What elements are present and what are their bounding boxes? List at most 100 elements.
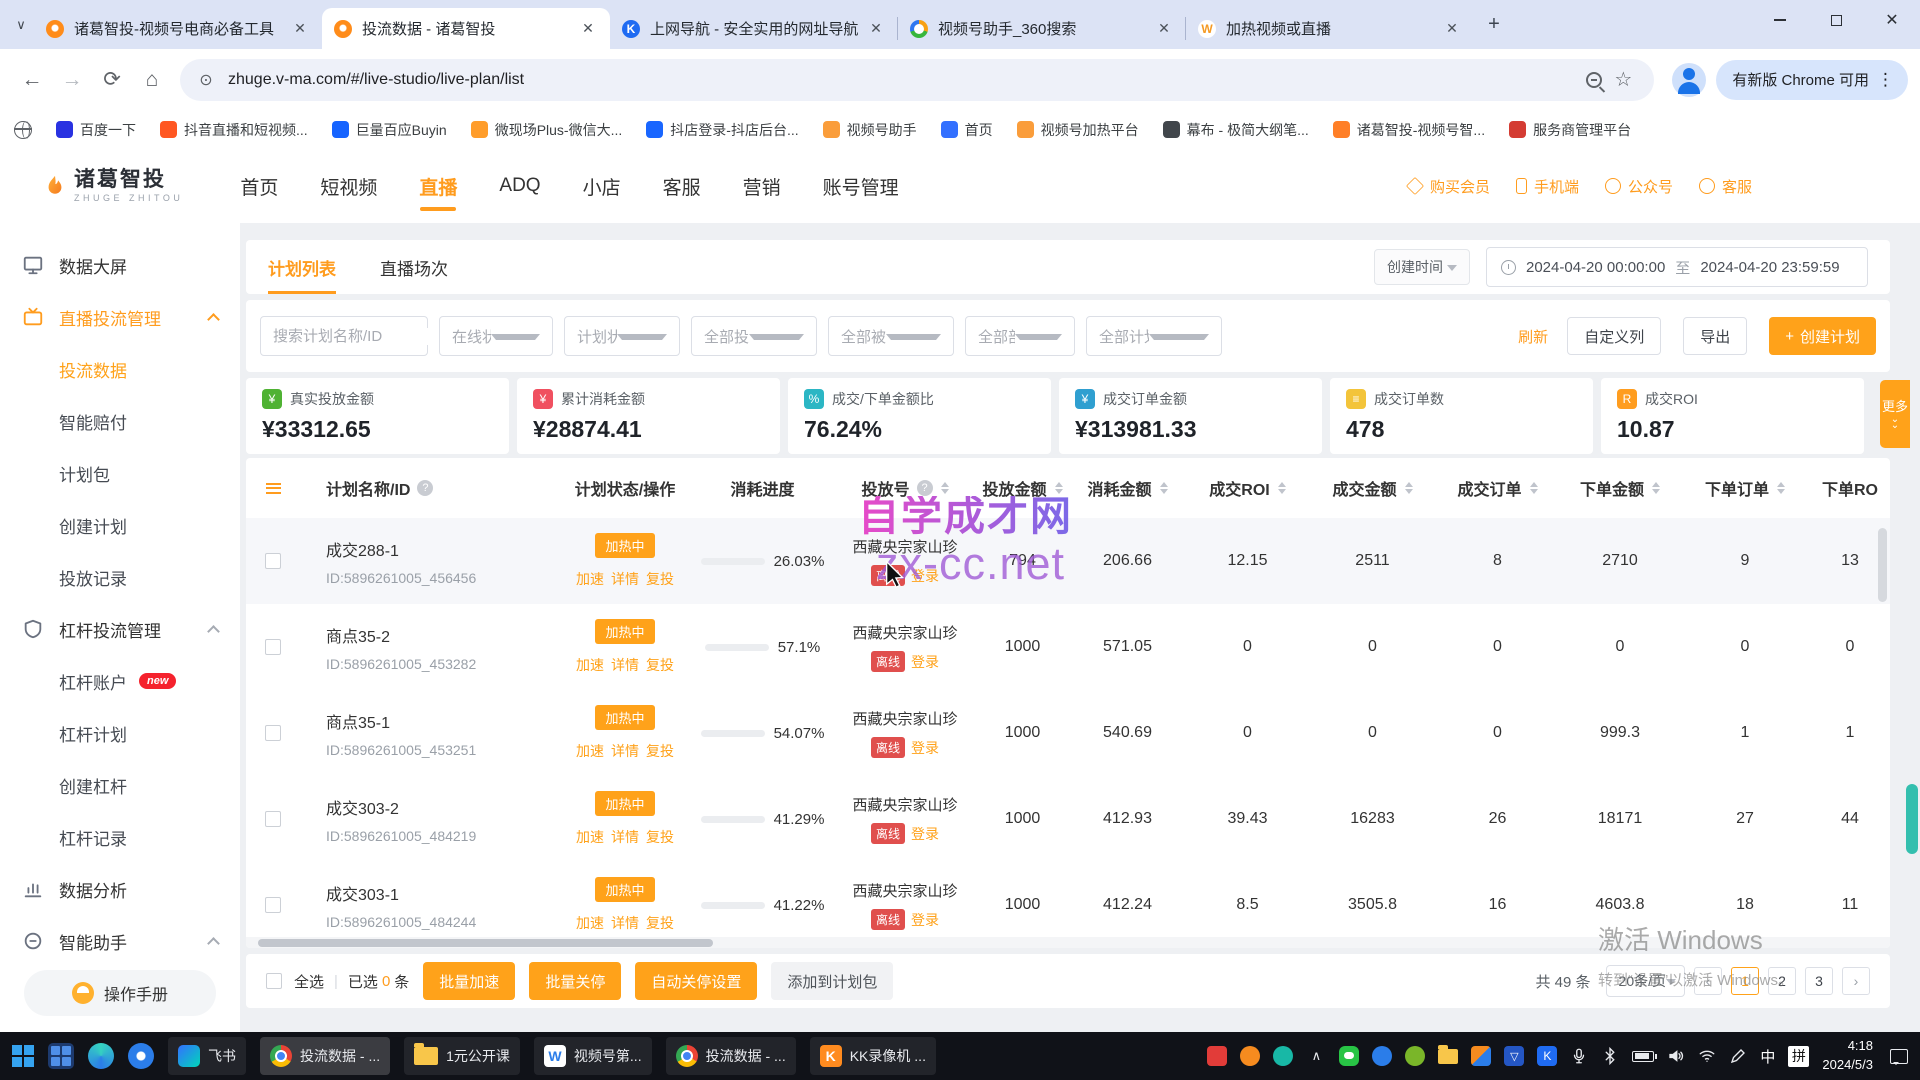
sidebar-item-data-analysis[interactable]: 数据分析 [0, 863, 240, 915]
close-tab-icon[interactable]: ✕ [1442, 19, 1462, 39]
start-button[interactable] [12, 1045, 34, 1067]
browser-icon[interactable] [128, 1043, 154, 1069]
sort-icons[interactable] [1278, 482, 1286, 494]
row-checkbox[interactable] [265, 811, 281, 827]
taskbar-app-folder[interactable]: 1元公开课 [404, 1037, 520, 1075]
browser-tray-icon[interactable] [1372, 1046, 1392, 1066]
forward-button[interactable]: → [52, 60, 92, 100]
refresh-button[interactable]: 刷新 [1510, 326, 1556, 347]
url-text[interactable]: zhuge.v-ma.com/#/live-studio/live-plan/l… [228, 71, 1574, 89]
bookmark-item[interactable]: 首页 [941, 120, 993, 140]
bookmark-item[interactable]: 视频号助手 [823, 120, 917, 140]
select-all-checkbox[interactable] [266, 973, 282, 989]
logo[interactable]: 诸葛智投ZHUGE ZHITOU [44, 169, 183, 203]
export-button[interactable]: 导出 [1683, 317, 1747, 355]
taskbar-app-feishu[interactable]: 飞书 [168, 1037, 246, 1075]
operator-account-filter[interactable]: 全部投手号 [691, 316, 817, 356]
notification-center-icon[interactable] [1890, 1049, 1908, 1064]
column-settings-icon[interactable] [266, 483, 281, 494]
nvidia-tray-icon[interactable] [1405, 1046, 1425, 1066]
add-to-package-button[interactable]: 添加到计划包 [771, 962, 893, 1000]
sidebar-item-promotion-data[interactable]: 投流数据 [0, 343, 240, 395]
repeat-link[interactable]: 复投 [646, 569, 674, 589]
page-2-button[interactable]: 2 [1768, 967, 1796, 995]
security-tray-icon[interactable] [1207, 1046, 1227, 1066]
page-1-button[interactable]: 1 [1731, 967, 1759, 995]
accelerate-link[interactable]: 加速 [576, 741, 604, 761]
page-size-select[interactable]: 20条/页 [1606, 965, 1685, 997]
sort-icons[interactable] [1652, 482, 1660, 494]
globe-bookmark-icon[interactable] [14, 121, 32, 139]
close-tab-icon[interactable]: ✕ [866, 19, 886, 39]
volume-icon[interactable] [1667, 1047, 1685, 1065]
login-link[interactable]: 登录 [911, 738, 939, 758]
teal-tray-icon[interactable] [1273, 1046, 1293, 1066]
bookmark-item[interactable]: 视频号加热平台 [1017, 120, 1139, 140]
nav-shop[interactable]: 小店 [562, 149, 642, 223]
nav-account-mgmt[interactable]: 账号管理 [802, 149, 920, 223]
menu-kebab-icon[interactable]: ⋮ [1869, 70, 1902, 90]
details-link[interactable]: 详情 [611, 569, 639, 589]
tab-search-chevron-icon[interactable]: ∨ [8, 12, 34, 38]
kk-tray-icon[interactable]: K [1537, 1046, 1557, 1066]
table-row[interactable]: 成交303-2ID:5896261005_484219 加热中加速详情复投 41… [246, 776, 1890, 862]
department-filter[interactable]: 全部部门 [965, 316, 1075, 356]
bookmark-item[interactable]: 百度一下 [56, 120, 136, 140]
sidebar-item-data-screen[interactable]: 数据大屏 [0, 239, 240, 291]
bookmark-item[interactable]: 巨量百应Buyin [332, 120, 447, 140]
language-indicator[interactable]: 中 [1760, 1046, 1775, 1067]
wifi-icon[interactable] [1698, 1047, 1716, 1065]
sidebar-item-leverage-account[interactable]: 杠杆账户new [0, 655, 240, 707]
details-link[interactable]: 详情 [611, 655, 639, 675]
login-link[interactable]: 登录 [911, 824, 939, 844]
prev-page-button[interactable]: ‹ [1694, 967, 1722, 995]
help-icon[interactable]: ? [417, 480, 433, 496]
search-plan-input[interactable] [273, 328, 439, 345]
back-button[interactable]: ← [12, 60, 52, 100]
bluetooth-icon[interactable] [1601, 1047, 1619, 1065]
phone-link-tray-icon[interactable] [1471, 1046, 1491, 1066]
address-bar[interactable]: ⊙ zhuge.v-ma.com/#/live-studio/live-plan… [180, 59, 1654, 101]
sidebar-item-smart-compensation[interactable]: 智能赔付 [0, 395, 240, 447]
online-status-filter[interactable]: 在线状态 [439, 316, 553, 356]
sidebar-item-delivery-records[interactable]: 投放记录 [0, 551, 240, 603]
table-row[interactable]: 商点35-2ID:5896261005_453282 加热中加速详情复投 57.… [246, 604, 1890, 690]
shield-tray-icon[interactable]: ▽ [1504, 1046, 1524, 1066]
support-link[interactable]: 客服 [1699, 176, 1752, 197]
sidebar-group-leverage[interactable]: 杠杆投流管理 [0, 603, 240, 655]
sidebar-item-plan-package[interactable]: 计划包 [0, 447, 240, 499]
sort-icons[interactable] [941, 482, 949, 494]
official-account-link[interactable]: 公众号 [1605, 176, 1673, 197]
zoom-icon[interactable] [1586, 72, 1602, 88]
row-checkbox[interactable] [265, 553, 281, 569]
sidebar-item-create-plan[interactable]: 创建计划 [0, 499, 240, 551]
ime-indicator[interactable]: 拼 [1788, 1046, 1809, 1067]
details-link[interactable]: 详情 [611, 913, 639, 933]
target-account-filter[interactable]: 全部被投号 [828, 316, 954, 356]
login-link[interactable]: 登录 [911, 910, 939, 930]
table-vertical-scrollbar-thumb[interactable] [1878, 528, 1887, 602]
bookmark-item[interactable]: 服务商管理平台 [1509, 120, 1631, 140]
date-range-picker[interactable]: 2024-04-20 00:00:00 至 2024-04-20 23:59:5… [1486, 247, 1868, 287]
page-3-button[interactable]: 3 [1805, 967, 1833, 995]
buy-membership-link[interactable]: 购买会员 [1407, 176, 1490, 197]
next-page-button[interactable]: › [1842, 967, 1870, 995]
sidebar-item-leverage-records[interactable]: 杠杆记录 [0, 811, 240, 863]
taskbar-app-chrome-1[interactable]: 投流数据 - ... [260, 1037, 390, 1075]
nav-live[interactable]: 直播 [398, 149, 478, 223]
browser-tab-4[interactable]: 视频号助手_360搜索✕ [898, 8, 1186, 49]
bookmark-item[interactable]: 抖店登录-抖店后台... [646, 120, 798, 140]
browser-tab-3[interactable]: K上网导航 - 安全实用的网址导航✕ [610, 8, 898, 49]
create-plan-button[interactable]: +创建计划 [1769, 317, 1876, 355]
chrome-update-chip[interactable]: 有新版 Chrome 可用⋮ [1716, 60, 1908, 100]
manual-button[interactable]: 操作手册 [24, 970, 216, 1016]
login-link[interactable]: 登录 [911, 652, 939, 672]
nav-adq[interactable]: ADQ [478, 149, 561, 223]
mobile-link[interactable]: 手机端 [1516, 176, 1579, 197]
taskbar-app-chrome-2[interactable]: 投流数据 - ... [666, 1037, 796, 1075]
close-tab-icon[interactable]: ✕ [290, 19, 310, 39]
sort-icons[interactable] [1160, 482, 1168, 494]
sidebar-group-live-promotion[interactable]: 直播投流管理 [0, 291, 240, 343]
sort-by-dropdown[interactable]: 创建时间 [1374, 249, 1470, 285]
bulk-accelerate-button[interactable]: 批量加速 [423, 962, 515, 1000]
